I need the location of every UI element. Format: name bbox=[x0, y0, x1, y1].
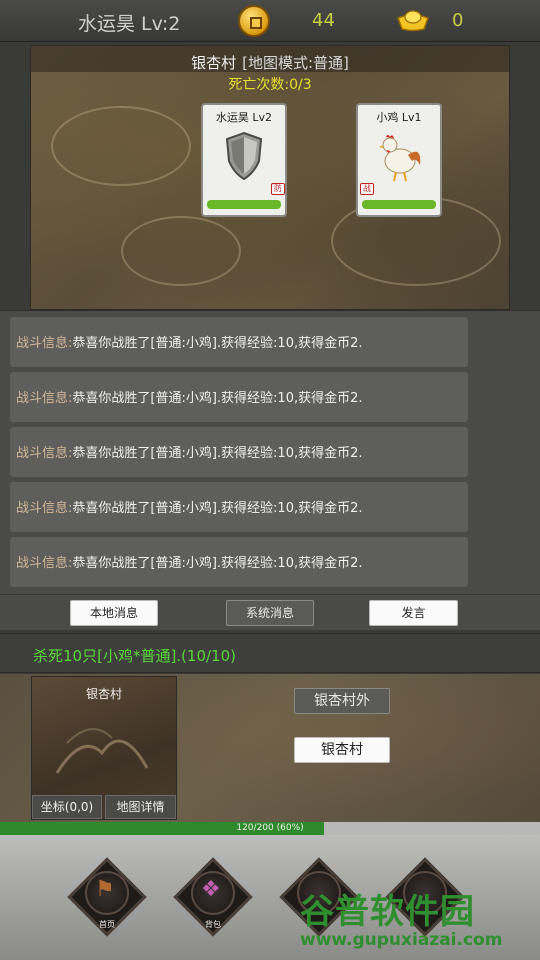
minimap-terrain bbox=[55, 728, 149, 774]
message-row: 战斗信息:恭喜你战胜了[普通:小鸡].获得经验:10,获得金币2. bbox=[10, 317, 468, 367]
player-unit-card[interactable]: 水运昊 Lv2 防 bbox=[201, 103, 287, 217]
message-prefix: 战斗信息: bbox=[16, 556, 73, 571]
exp-bar: 120/200 (60%) bbox=[0, 822, 540, 835]
player-unit-name: 水运昊 Lv2 bbox=[215, 111, 273, 124]
message-row: 战斗信息:恭喜你战胜了[普通:小鸡].获得经验:10,获得金币2. bbox=[10, 537, 468, 587]
message-text: 恭喜你战胜了[普通:小鸡].获得经验:10,获得金币2. bbox=[72, 501, 363, 516]
minimap-title: 银杏村 bbox=[85, 687, 122, 701]
message-line: 战斗信息:恭喜你战胜了[普通:小鸡].获得经验:10,获得金币2. bbox=[16, 552, 363, 571]
quest-text: 杀死10只[小鸡*普通].(10/10) bbox=[33, 647, 236, 665]
player-unit-tag: 防 bbox=[271, 183, 285, 195]
message-prefix: 战斗信息: bbox=[16, 501, 73, 516]
map-title-bar: 银杏村 [地图模式:普通] bbox=[31, 46, 509, 72]
message-row: 战斗信息:恭喜你战胜了[普通:小鸡].获得经验:10,获得金币2. bbox=[10, 372, 468, 422]
message-text: 恭喜你战胜了[普通:小鸡].获得经验:10,获得金币2. bbox=[72, 556, 363, 571]
bag-icon: ❖ bbox=[201, 877, 221, 902]
message-text: 恭喜你战胜了[普通:小鸡].获得经验:10,获得金币2. bbox=[72, 446, 363, 461]
gold-ingot-icon bbox=[397, 10, 429, 32]
watermark-title: 谷普软件园 bbox=[300, 892, 475, 932]
message-prefix: 战斗信息: bbox=[16, 391, 73, 406]
message-line: 战斗信息:恭喜你战胜了[普通:小鸡].获得经验:10,获得金币2. bbox=[16, 387, 363, 406]
map-detail-button[interactable]: 地图详情 bbox=[105, 795, 176, 819]
signpost-icon: ⚑ bbox=[95, 877, 115, 902]
watermark: 谷普软件园 www.gupuxiazai.com bbox=[300, 880, 540, 960]
watermark-url: www.gupuxiazai.com bbox=[300, 930, 503, 950]
system-messages-tab[interactable]: 系统消息 bbox=[226, 600, 314, 626]
speak-button[interactable]: 发言 bbox=[369, 600, 458, 626]
message-divider bbox=[0, 594, 540, 595]
exp-text: 120/200 (60%) bbox=[236, 823, 304, 833]
nav-bag-button[interactable]: ❖ 背包 bbox=[163, 847, 263, 947]
nav-home-button[interactable]: ⚑ 首页 bbox=[57, 847, 157, 947]
enemy-unit-tag: 战 bbox=[360, 183, 374, 195]
coordinate-button[interactable]: 坐标(0,0) bbox=[32, 795, 102, 819]
map-terrain bbox=[121, 216, 241, 286]
message-prefix: 战斗信息: bbox=[16, 336, 73, 351]
message-line: 战斗信息:恭喜你战胜了[普通:小鸡].获得经验:10,获得金币2. bbox=[16, 442, 363, 461]
message-line: 战斗信息:恭喜你战胜了[普通:小鸡].获得经验:10,获得金币2. bbox=[16, 332, 363, 351]
map-mode: [地图模式:普通] bbox=[242, 54, 349, 72]
message-text: 恭喜你战胜了[普通:小鸡].获得经验:10,获得金币2. bbox=[72, 391, 363, 406]
enemy-unit-card[interactable]: 小鸡 Lv1 战 bbox=[356, 103, 442, 217]
exit-yinxing-village-button[interactable]: 银杏村 bbox=[294, 737, 390, 763]
gold-amount: 44 bbox=[312, 10, 335, 31]
quest-bar[interactable]: 杀死10只[小鸡*普通].(10/10) bbox=[0, 633, 540, 673]
map-name: 银杏村 bbox=[191, 54, 237, 72]
coin-icon bbox=[238, 5, 270, 37]
shield-icon bbox=[225, 131, 263, 181]
message-prefix: 战斗信息: bbox=[16, 446, 73, 461]
enemy-unit-name: 小鸡 Lv1 bbox=[376, 111, 422, 124]
message-text: 恭喜你战胜了[普通:小鸡].获得经验:10,获得金币2. bbox=[72, 336, 363, 351]
minimap[interactable]: 银杏村 坐标(0,0) 地图详情 bbox=[31, 676, 177, 820]
local-messages-tab[interactable]: 本地消息 bbox=[70, 600, 158, 626]
message-panel: 战斗信息:恭喜你战胜了[普通:小鸡].获得经验:10,获得金币2. 战斗信息:恭… bbox=[0, 310, 540, 630]
player-name-level: 水运昊 Lv:2 bbox=[78, 13, 181, 35]
message-line: 战斗信息:恭喜你战胜了[普通:小鸡].获得经验:10,获得金币2. bbox=[16, 497, 363, 516]
top-status-bar: 水运昊 Lv:2 44 0 bbox=[0, 0, 540, 42]
death-count: 死亡次数:0/3 bbox=[228, 77, 312, 93]
exit-yinxing-outer-button[interactable]: 银杏村外 bbox=[294, 688, 390, 714]
enemy-hp-bar bbox=[362, 200, 436, 209]
map-terrain bbox=[51, 106, 191, 186]
chicken-icon bbox=[379, 135, 421, 182]
nav-home-label: 首页 bbox=[99, 920, 115, 929]
message-row: 战斗信息:恭喜你战胜了[普通:小鸡].获得经验:10,获得金币2. bbox=[10, 427, 468, 477]
message-row: 战斗信息:恭喜你战胜了[普通:小鸡].获得经验:10,获得金币2. bbox=[10, 482, 468, 532]
battle-map-panel: 银杏村 [地图模式:普通] 死亡次数:0/3 水运昊 Lv2 防 小鸡 Lv1 战 bbox=[30, 45, 510, 310]
nav-bag-label: 背包 bbox=[205, 920, 221, 929]
ingot-amount: 0 bbox=[452, 10, 464, 31]
map-title: 银杏村 [地图模式:普通] bbox=[31, 52, 509, 73]
area-panel: 银杏村 坐标(0,0) 地图详情 银杏村外 银杏村 bbox=[0, 674, 540, 822]
player-hp-bar bbox=[207, 200, 281, 209]
